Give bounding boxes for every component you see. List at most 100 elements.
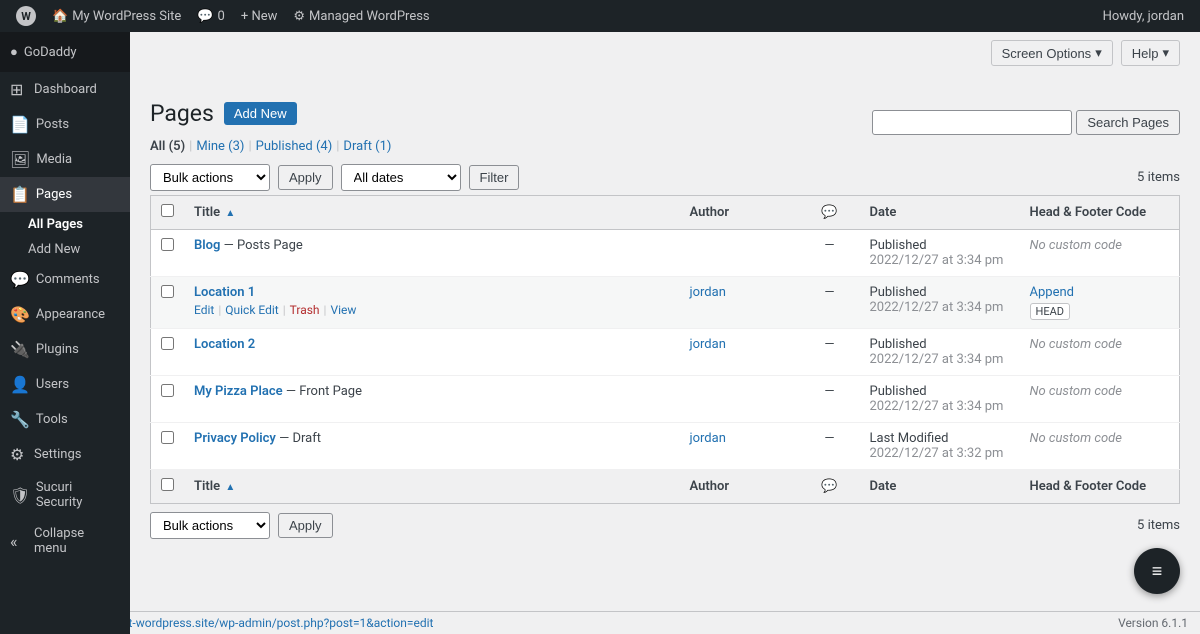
filter-link-published[interactable]: Published (4) (256, 139, 333, 154)
screen-options-button[interactable]: Screen Options ▾ (991, 40, 1113, 66)
sidebar-item-posts[interactable]: 📄 Posts (0, 107, 130, 142)
author-link[interactable]: jordan (690, 285, 726, 300)
row-date-cell: Published 2022/12/27 at 3:34 pm (860, 329, 1020, 376)
page-title-link[interactable]: My Pizza Place (194, 384, 283, 399)
row-checkbox[interactable] (161, 285, 174, 298)
sidebar-item-users[interactable]: 👤 Users (0, 367, 130, 402)
page-title-link[interactable]: Blog (194, 238, 220, 253)
page-title-link[interactable]: Location 2 (194, 337, 255, 352)
select-all-checkbox-bottom[interactable] (161, 478, 174, 491)
sidebar-brand[interactable]: ● GoDaddy (0, 32, 130, 72)
date-col-label-footer: Date (870, 479, 897, 494)
row-hf-cell: No custom code (1020, 230, 1180, 277)
sidebar-item-sucuri[interactable]: 🛡 Sucuri Security (0, 472, 130, 518)
sep2: | (248, 139, 251, 154)
hf-value: No custom code (1030, 431, 1122, 446)
items-count-top: 5 items (1137, 170, 1180, 185)
admin-bar-new[interactable]: + New (233, 0, 286, 32)
edit-action[interactable]: Edit (194, 303, 214, 317)
sidebar-sub-all-pages[interactable]: All Pages (0, 212, 130, 237)
sidebar-item-label: Sucuri Security (36, 480, 120, 510)
col-footer-title[interactable]: Title ▲ (184, 470, 680, 504)
page-title-link[interactable]: Location 1 (194, 285, 255, 300)
search-input[interactable] (872, 110, 1072, 135)
author-link[interactable]: jordan (690, 337, 726, 352)
author-col-label: Author (690, 205, 730, 220)
trash-action[interactable]: Trash (290, 303, 320, 317)
sidebar-item-comments[interactable]: 💬 Comments (0, 262, 130, 297)
page-title-link[interactable]: Privacy Policy (194, 431, 276, 446)
chevron-down-icon-help: ▾ (1162, 45, 1169, 61)
row-hf-cell: No custom code (1020, 423, 1180, 470)
date-value: 2022/12/27 at 3:34 pm (870, 300, 1004, 315)
version-label: Version 6.1.1 (1118, 616, 1188, 630)
sidebar-item-media[interactable]: 🖼 Media (0, 142, 130, 177)
quick-edit-action[interactable]: Quick Edit (225, 303, 278, 317)
main-content: Pages Add New All (5) | Mine (3) | Publi… (130, 32, 1200, 634)
table-row: Location 2 jordan — Published 2022/12/27… (151, 329, 1180, 376)
date-status: Published (870, 337, 927, 352)
top-right-panel: Screen Options ▾ Help ▾ (983, 32, 1200, 74)
admin-bar-howdy[interactable]: Howdy, jordan (1095, 0, 1192, 32)
bulk-actions-select-top[interactable]: Bulk actions (150, 164, 270, 191)
row-checkbox[interactable] (161, 337, 174, 350)
sidebar-item-settings[interactable]: ⚙ Settings (0, 437, 130, 472)
sort-arrow-icon: ▲ (225, 208, 235, 219)
sidebar-item-collapse[interactable]: « Collapse menu (0, 518, 130, 564)
col-header-hf: Head & Footer Code (1020, 196, 1180, 230)
col-header-title[interactable]: Title ▲ (184, 196, 680, 230)
date-status: Published (870, 238, 927, 253)
search-pages-button[interactable]: Search Pages (1076, 110, 1180, 135)
row-comments-cell: — (800, 277, 860, 329)
filter-link-draft[interactable]: Draft (1) (343, 139, 391, 154)
filter-link-mine[interactable]: Mine (3) (196, 139, 244, 154)
add-new-button[interactable]: Add New (224, 102, 297, 125)
author-link[interactable]: jordan (690, 431, 726, 446)
filter-button[interactable]: Filter (469, 165, 520, 190)
admin-bar-managed-wp[interactable]: ⚙ Managed WordPress (285, 0, 437, 32)
bulk-actions-select-bottom[interactable]: Bulk actions (150, 512, 270, 539)
apply-button-top[interactable]: Apply (278, 165, 333, 190)
sidebar-item-plugins[interactable]: 🔌 Plugins (0, 332, 130, 367)
sidebar-sub-add-new[interactable]: Add New (0, 237, 130, 262)
date-col-label: Date (870, 205, 897, 220)
row-checkbox[interactable] (161, 238, 174, 251)
admin-bar-comments[interactable]: 💬 0 (189, 0, 233, 32)
table-row: Privacy Policy — Draft jordan — Last Mod… (151, 423, 1180, 470)
row-comments-cell: — (800, 230, 860, 277)
comments-value: — (824, 238, 834, 253)
select-all-checkbox[interactable] (161, 204, 174, 217)
row-checkbox[interactable] (161, 431, 174, 444)
hf-append-link[interactable]: Append (1030, 285, 1074, 300)
wp-icon: W (16, 6, 36, 26)
plugins-icon: 🔌 (10, 340, 30, 359)
godaddy-icon: ● (10, 44, 18, 60)
view-action[interactable]: View (330, 303, 356, 317)
admin-bar-wp-logo[interactable]: W (8, 0, 44, 32)
filter-link-all[interactable]: All (5) (150, 139, 185, 154)
fab-button[interactable]: ≡ (1134, 548, 1180, 594)
apply-button-bottom[interactable]: Apply (278, 513, 333, 538)
col-header-checkbox (151, 196, 185, 230)
row-title-cell: Location 2 (184, 329, 680, 376)
row-checkbox[interactable] (161, 384, 174, 397)
sidebar-item-label: Comments (36, 272, 100, 287)
hf-col-label: Head & Footer Code (1030, 205, 1147, 220)
col-footer-comments: 💬 (800, 470, 860, 504)
row-author-cell (680, 230, 800, 277)
sidebar-item-dashboard[interactable]: ⊞ Dashboard (0, 72, 130, 107)
table-header-row: Title ▲ Author 💬 Date Head & Footer Code (151, 196, 1180, 230)
row-checkbox-cell (151, 376, 185, 423)
col-footer-checkbox (151, 470, 185, 504)
sidebar-item-tools[interactable]: 🔧 Tools (0, 402, 130, 437)
date-filter-select[interactable]: All dates (341, 164, 461, 191)
row-comments-cell: — (800, 423, 860, 470)
comments-nav-icon: 💬 (10, 270, 30, 289)
row-hf-cell: No custom code (1020, 329, 1180, 376)
date-status: Published (870, 384, 927, 399)
sidebar-item-label: Dashboard (34, 82, 97, 97)
sidebar-item-pages[interactable]: 📋 Pages (0, 177, 130, 212)
sidebar-item-appearance[interactable]: 🎨 Appearance (0, 297, 130, 332)
help-button[interactable]: Help ▾ (1121, 40, 1180, 66)
admin-bar-site[interactable]: 🏠 My WordPress Site (44, 0, 189, 32)
